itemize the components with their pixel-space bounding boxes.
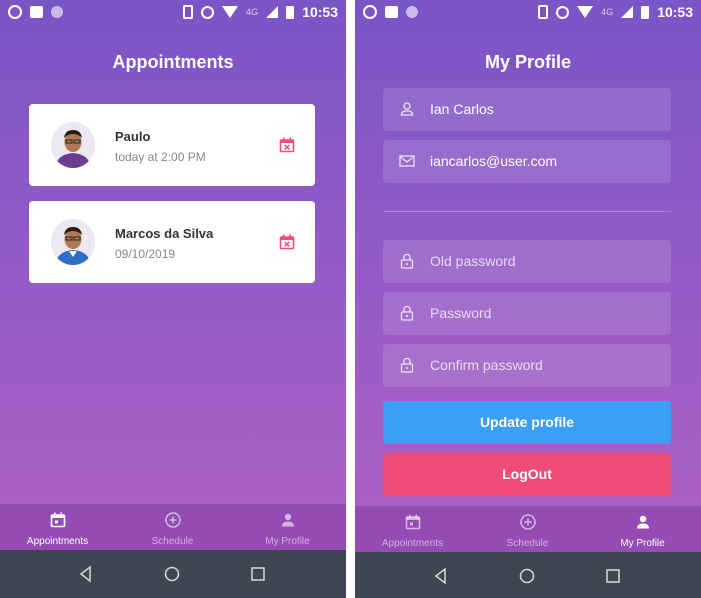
mail-icon: [399, 155, 415, 167]
recents-icon[interactable]: [603, 566, 623, 586]
back-icon[interactable]: [76, 564, 96, 584]
status-time: 10:53: [302, 4, 338, 20]
email-value: iancarlos@user.com: [430, 153, 558, 169]
status-bar: 4G 10:53: [0, 0, 346, 26]
appointment-name: Marcos da Silva: [115, 226, 214, 241]
image-icon: [30, 6, 43, 18]
avatar: [51, 219, 95, 265]
tab-schedule[interactable]: Schedule: [470, 506, 585, 552]
whatsapp-icon: [363, 5, 377, 19]
recents-icon[interactable]: [248, 564, 268, 584]
appointment-card[interactable]: Paulo today at 2:00 PM: [29, 104, 315, 186]
tab-label: Schedule: [506, 538, 549, 549]
tab-bar: Appointments Schedule My Profile: [0, 504, 346, 550]
back-icon[interactable]: [431, 566, 451, 586]
old-password-field[interactable]: Old password: [383, 240, 671, 283]
person-icon: [281, 513, 294, 527]
tab-label: My Profile: [620, 538, 665, 549]
email-field[interactable]: iancarlos@user.com: [383, 140, 671, 183]
network-type: 4G: [246, 7, 259, 17]
image-icon: [385, 6, 398, 18]
system-nav-bar: [0, 550, 346, 598]
vibrate-icon: [183, 5, 194, 19]
home-icon[interactable]: [162, 564, 182, 584]
tab-schedule[interactable]: Schedule: [115, 504, 230, 550]
confirm-password-field[interactable]: Confirm password: [383, 344, 671, 387]
password-field[interactable]: Password: [383, 292, 671, 335]
name-value: Ian Carlos: [430, 101, 494, 117]
signal-icon: [621, 6, 634, 18]
notification-dot-icon: [406, 6, 418, 18]
lock-icon: [400, 357, 414, 373]
calendar-icon: [405, 514, 420, 530]
tab-label: My Profile: [265, 536, 310, 547]
home-icon[interactable]: [517, 566, 537, 586]
avatar: [51, 122, 95, 168]
appointment-date: today at 2:00 PM: [115, 150, 206, 164]
whatsapp-icon: [8, 5, 22, 19]
page-title: Appointments: [112, 52, 234, 72]
add-circle-icon: [519, 514, 536, 530]
confirm-password-placeholder: Confirm password: [430, 357, 543, 373]
battery-icon: [641, 5, 650, 19]
battery-icon: [286, 5, 295, 19]
old-password-placeholder: Old password: [430, 253, 516, 269]
cancel-appointment-icon[interactable]: [279, 137, 295, 153]
appointment-name: Paulo: [115, 129, 151, 144]
page-title: My Profile: [484, 52, 572, 72]
appointments-screen: 4G 10:53 Appointments Paulo today at 2:0…: [0, 0, 346, 598]
signal-icon: [266, 6, 279, 18]
password-placeholder: Password: [430, 305, 492, 321]
add-circle-icon: [164, 512, 181, 528]
tab-appointments[interactable]: Appointments: [355, 506, 470, 552]
tab-appointments[interactable]: Appointments: [0, 504, 115, 550]
logout-button[interactable]: LogOut: [383, 453, 671, 496]
cancel-appointment-icon[interactable]: [279, 234, 295, 250]
profile-screen: 4G 10:53 My Profile Ian Carlos iancarlos…: [355, 0, 701, 598]
appointment-date: 09/10/2019: [115, 247, 176, 261]
alarm-icon: [201, 5, 215, 19]
tab-my-profile[interactable]: My Profile: [585, 506, 700, 552]
update-profile-button[interactable]: Update profile: [383, 401, 671, 444]
notification-dot-icon: [51, 6, 63, 18]
calendar-icon: [50, 512, 65, 528]
tab-my-profile[interactable]: My Profile: [230, 504, 345, 550]
divider: [383, 211, 671, 212]
lock-icon: [400, 305, 414, 321]
name-field[interactable]: Ian Carlos: [383, 88, 671, 131]
person-icon: [636, 515, 649, 529]
network-type: 4G: [601, 7, 614, 17]
lock-icon: [400, 253, 414, 269]
vibrate-icon: [538, 5, 549, 19]
status-bar: 4G 10:53: [355, 0, 701, 26]
wifi-icon: [577, 6, 594, 18]
alarm-icon: [556, 5, 570, 19]
tab-label: Schedule: [151, 536, 194, 547]
system-nav-bar: [355, 552, 701, 598]
status-time: 10:53: [657, 4, 693, 20]
wifi-icon: [222, 6, 239, 18]
tab-label: Appointments: [26, 536, 89, 547]
tab-label: Appointments: [381, 538, 444, 549]
appointment-card[interactable]: Marcos da Silva 09/10/2019: [29, 201, 315, 283]
tab-bar: Appointments Schedule My Profile: [355, 506, 701, 552]
person-outline-icon: [400, 102, 414, 116]
